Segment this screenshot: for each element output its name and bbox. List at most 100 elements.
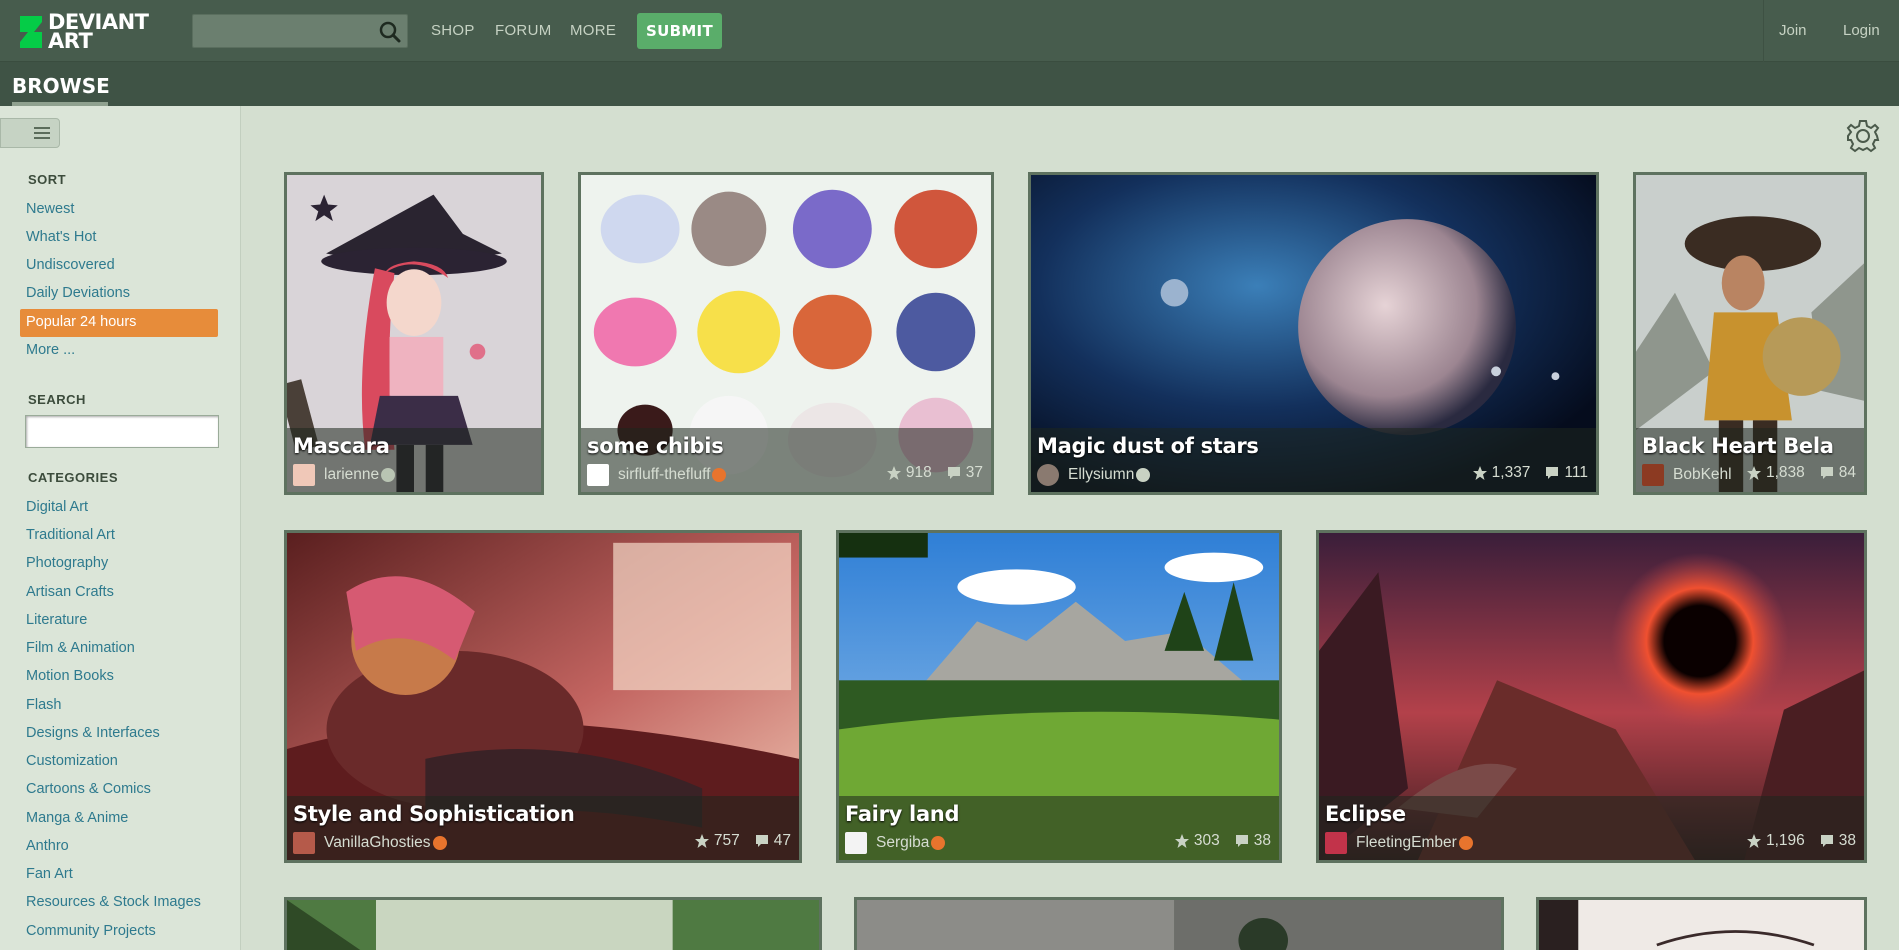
browse-tab[interactable]: BROWSE bbox=[12, 74, 110, 98]
logo-wordmark: DEVIANT ART bbox=[48, 12, 149, 53]
core-member-icon bbox=[931, 836, 946, 850]
category-cartoons-comics[interactable]: Cartoons & Comics bbox=[26, 781, 151, 797]
author-name: Sergiba bbox=[876, 834, 930, 851]
nav-shop[interactable]: SHOP bbox=[431, 22, 475, 39]
comments-count: 38 bbox=[1838, 832, 1856, 849]
deviation-thumb[interactable]: Eclipse FleetingEmber 1,196 38 bbox=[1316, 530, 1867, 863]
author-name: VanillaGhosties bbox=[324, 834, 431, 851]
deviantart-logo-icon bbox=[20, 16, 42, 48]
deviation-title[interactable]: Fairy land bbox=[845, 802, 960, 826]
favourites-count: 1,337 bbox=[1491, 464, 1531, 481]
comments-count: 111 bbox=[1564, 464, 1588, 481]
comments-count: 84 bbox=[1838, 464, 1856, 481]
nav-more[interactable]: MORE bbox=[570, 22, 616, 39]
deviation-author[interactable]: Ellysiumn bbox=[1037, 464, 1151, 486]
sidebar-search-input[interactable] bbox=[25, 415, 219, 448]
deviation-thumb[interactable]: Black Heart Bela BobKehl 1,838 84 bbox=[1633, 172, 1867, 495]
category-resources-stock[interactable]: Resources & Stock Images bbox=[26, 894, 201, 910]
deviation-author[interactable]: sirfluff-thefluff bbox=[587, 464, 727, 486]
category-anthro[interactable]: Anthro bbox=[26, 838, 69, 854]
deviation-author[interactable]: FleetingEmber bbox=[1325, 832, 1473, 854]
logo-line-2: ART bbox=[48, 29, 93, 53]
category-traditional-art[interactable]: Traditional Art bbox=[26, 527, 115, 543]
star-icon bbox=[1746, 466, 1761, 480]
category-designs-interfaces[interactable]: Designs & Interfaces bbox=[26, 725, 160, 741]
avatar bbox=[1325, 832, 1347, 854]
sort-daily-deviations[interactable]: Daily Deviations bbox=[26, 285, 130, 301]
deviation-title[interactable]: Magic dust of stars bbox=[1037, 434, 1259, 458]
deviation-thumb[interactable]: Magic dust of stars Ellysiumn 1,337 111 bbox=[1028, 172, 1599, 495]
deviantart-logo[interactable]: DEVIANT ART bbox=[16, 12, 166, 52]
submit-button[interactable]: SUBMIT bbox=[637, 13, 722, 49]
avatar bbox=[1037, 464, 1059, 486]
category-customization[interactable]: Customization bbox=[26, 753, 118, 769]
author-name: Ellysiumn bbox=[1068, 466, 1135, 483]
gear-icon[interactable] bbox=[1845, 118, 1881, 154]
deviation-author[interactable]: BobKehl bbox=[1642, 464, 1732, 486]
sort-more[interactable]: More ... bbox=[26, 342, 75, 358]
sidebar-toggle-button[interactable] bbox=[0, 118, 60, 148]
sort-popular-24-hours[interactable]: Popular 24 hours bbox=[20, 309, 218, 337]
hamburger-icon-line bbox=[34, 137, 50, 139]
deviation-image bbox=[857, 900, 1501, 950]
header-search-input[interactable] bbox=[193, 15, 373, 47]
nav-forum[interactable]: FORUM bbox=[495, 22, 552, 39]
comment-icon bbox=[1820, 835, 1833, 847]
category-photography[interactable]: Photography bbox=[26, 555, 108, 571]
category-fan-art[interactable]: Fan Art bbox=[26, 866, 73, 882]
deviation-author[interactable]: VanillaGhosties bbox=[293, 832, 447, 854]
category-digital-art[interactable]: Digital Art bbox=[26, 499, 88, 515]
deviation-title[interactable]: Eclipse bbox=[1325, 802, 1406, 826]
category-motion-books[interactable]: Motion Books bbox=[26, 668, 114, 684]
deviation-thumb[interactable] bbox=[284, 897, 822, 950]
deviation-author[interactable]: Sergiba bbox=[845, 832, 946, 854]
category-manga-anime[interactable]: Manga & Anime bbox=[26, 810, 128, 826]
deviation-title[interactable]: Mascara bbox=[293, 434, 390, 458]
category-flash[interactable]: Flash bbox=[26, 697, 61, 713]
comment-icon bbox=[1820, 467, 1833, 479]
comment-icon bbox=[947, 467, 960, 479]
join-link[interactable]: Join bbox=[1779, 22, 1807, 39]
category-community-projects[interactable]: Community Projects bbox=[26, 923, 156, 939]
deviation-title[interactable]: some chibis bbox=[587, 434, 724, 458]
deviation-author[interactable]: larienne bbox=[293, 464, 396, 486]
heart-icon bbox=[1136, 468, 1151, 482]
deviation-stats: 1,196 38 bbox=[1746, 832, 1856, 850]
category-literature[interactable]: Literature bbox=[26, 612, 87, 628]
sort-whats-hot[interactable]: What's Hot bbox=[26, 229, 96, 245]
deviation-thumb[interactable]: Style and Sophistication VanillaGhosties… bbox=[284, 530, 802, 863]
deviation-thumb[interactable]: some chibis sirfluff-thefluff 918 37 bbox=[578, 172, 994, 495]
category-artisan-crafts[interactable]: Artisan Crafts bbox=[26, 584, 114, 600]
core-member-icon bbox=[432, 836, 447, 850]
star-icon bbox=[1472, 466, 1487, 480]
header-search bbox=[192, 14, 408, 48]
award-icon bbox=[381, 468, 396, 482]
deviation-image bbox=[287, 900, 819, 950]
deviation-title[interactable]: Black Heart Bela bbox=[1642, 434, 1834, 458]
sort-popular-24-hours-label: Popular 24 hours bbox=[26, 314, 137, 330]
sort-undiscovered[interactable]: Undiscovered bbox=[26, 257, 115, 273]
comments-count: 47 bbox=[773, 832, 791, 849]
deviation-stats: 1,838 84 bbox=[1746, 464, 1856, 482]
star-icon bbox=[1746, 834, 1761, 848]
deviation-thumb[interactable] bbox=[854, 897, 1504, 950]
categories-heading: CATEGORIES bbox=[28, 470, 118, 485]
deviation-thumb[interactable]: Mascara larienne bbox=[284, 172, 544, 495]
search-icon[interactable] bbox=[377, 19, 403, 45]
search-heading: SEARCH bbox=[28, 392, 86, 407]
avatar bbox=[1642, 464, 1664, 486]
deviation-thumb[interactable] bbox=[1536, 897, 1867, 950]
comments-count: 38 bbox=[1253, 832, 1271, 849]
comment-icon bbox=[755, 835, 768, 847]
deviation-thumb[interactable]: Fairy land Sergiba 303 38 bbox=[836, 530, 1282, 863]
sort-newest[interactable]: Newest bbox=[26, 201, 74, 217]
hamburger-icon-line bbox=[34, 132, 50, 134]
category-film-animation[interactable]: Film & Animation bbox=[26, 640, 135, 656]
author-name: BobKehl bbox=[1673, 466, 1732, 483]
deviation-title[interactable]: Style and Sophistication bbox=[293, 802, 575, 826]
avatar bbox=[587, 464, 609, 486]
favourites-count: 757 bbox=[713, 832, 740, 849]
login-link[interactable]: Login bbox=[1843, 22, 1880, 39]
deviation-stats: 303 38 bbox=[1174, 832, 1271, 850]
star-icon bbox=[886, 466, 901, 480]
